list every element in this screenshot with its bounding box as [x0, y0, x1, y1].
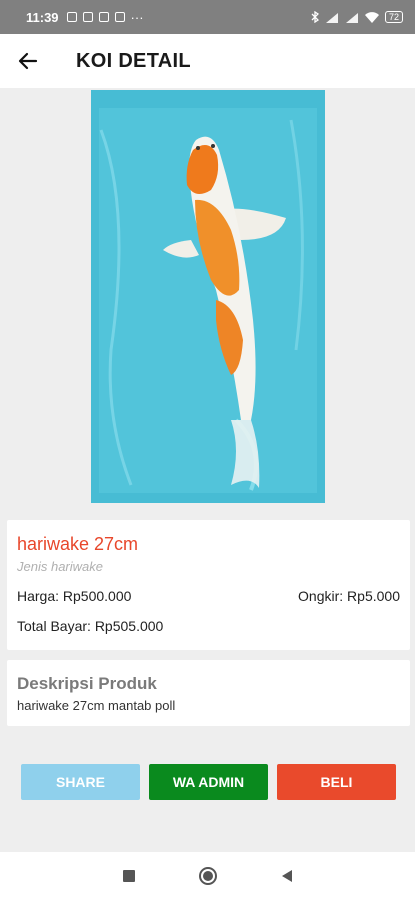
nav-recents-icon [122, 870, 135, 882]
description-text: hariwake 27cm mantab poll [17, 698, 176, 713]
wifi-icon [364, 11, 379, 23]
status-bar: 11:39 ··· 72 [0, 0, 415, 34]
buy-button[interactable]: BELI [277, 764, 396, 800]
nav-back-button[interactable] [280, 869, 294, 883]
nav-recents-button[interactable] [122, 869, 136, 883]
description-card: Deskripsi Produk hariwake 27cm mantab po… [7, 660, 410, 726]
koi-fish-illustration [91, 90, 325, 503]
nav-back-icon [281, 870, 292, 882]
koi-product-image [91, 90, 325, 503]
app-bar: KOI DETAIL [0, 34, 415, 88]
alarm-icon [66, 12, 77, 22]
price-row: Harga: Rp500.000 Ongkir: Rp5.000 [17, 588, 400, 604]
total-payment: Total Bayar: Rp505.000 [17, 618, 164, 634]
shipping-cost: Ongkir: Rp5.000 [298, 588, 400, 604]
product-type: Jenis hariwake [17, 559, 103, 574]
status-time: 11:39 [26, 9, 59, 25]
signal-icon [345, 12, 358, 23]
back-button[interactable] [0, 34, 56, 88]
product-name: hariwake 27cm [17, 534, 139, 554]
nav-home-icon [198, 867, 217, 885]
back-arrow-icon [18, 52, 38, 70]
share-button[interactable]: SHARE [21, 764, 140, 800]
system-nav-bar [0, 852, 415, 900]
bluetooth-icon [311, 11, 319, 23]
more-notifications: ··· [130, 9, 144, 25]
product-price: Harga: Rp500.000 [17, 588, 132, 604]
nav-home-button[interactable] [198, 866, 218, 886]
instagram-icon [114, 12, 125, 22]
message-icon [82, 12, 93, 22]
system-icons: 72 [311, 11, 403, 23]
product-info-card: hariwake 27cm Jenis hariwake Harga: Rp50… [7, 520, 410, 650]
page-title: KOI DETAIL [76, 49, 191, 72]
notification-icons: ··· [66, 9, 144, 25]
wa-admin-button[interactable]: WA ADMIN [149, 764, 268, 800]
instagram-icon [98, 12, 109, 22]
description-title: Deskripsi Produk [17, 674, 157, 693]
battery-icon: 72 [384, 11, 403, 23]
signal-icon [325, 12, 338, 23]
